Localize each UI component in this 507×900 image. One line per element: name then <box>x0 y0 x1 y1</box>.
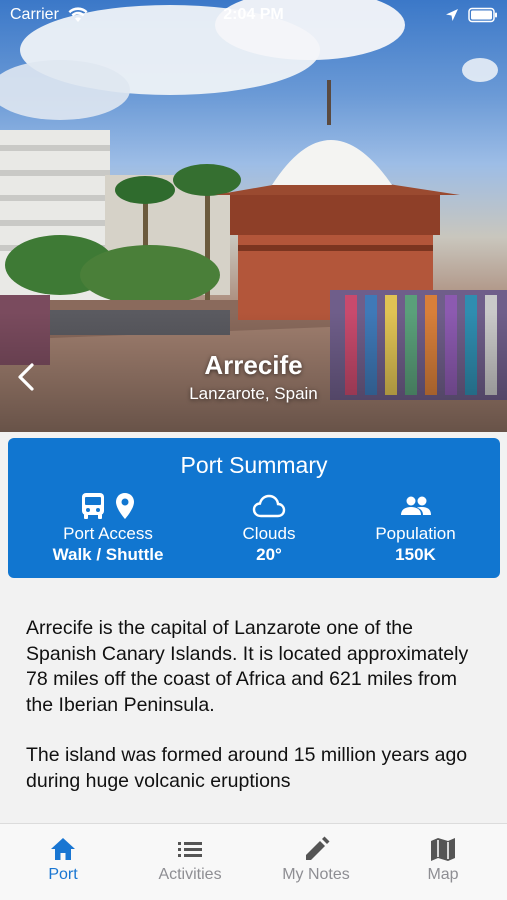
home-icon <box>51 838 75 860</box>
tab-activities-label: Activities <box>158 866 222 883</box>
tab-port-label: Port <box>48 866 78 883</box>
hero-image: Carrier 2:04 PM Arrecife Lanzarote, Spai… <box>0 0 507 432</box>
description-paragraph: The island was formed around 15 million … <box>26 744 468 792</box>
temperature-value: 20° <box>256 545 282 564</box>
list-icon <box>178 842 202 857</box>
population-value: 150K <box>395 545 436 564</box>
port-description: Arrecife is the capital of Lanzarote one… <box>26 616 488 822</box>
tab-my-notes-label: My Notes <box>282 866 350 883</box>
tab-port[interactable]: Port <box>0 836 126 884</box>
port-access-value: Walk / Shuttle <box>52 545 164 564</box>
weather-label: Clouds <box>242 524 296 543</box>
tab-map[interactable]: Map <box>380 836 506 884</box>
tab-activities[interactable]: Activities <box>127 836 253 884</box>
battery-icon <box>468 7 497 23</box>
port-access-section: Port Access Walk / Shuttle <box>32 490 184 565</box>
tab-my-notes[interactable]: My Notes <box>253 836 379 884</box>
port-access-label: Port Access <box>63 524 153 543</box>
port-title: Arrecife <box>204 350 303 380</box>
cloud-icon <box>252 494 286 518</box>
status-bar: Carrier 2:04 PM <box>0 0 507 30</box>
tab-map-label: Map <box>427 866 459 883</box>
port-location: Lanzarote, Spain <box>189 384 318 403</box>
port-summary-card: Port Summary Port Access Walk / Shuttle <box>8 438 500 578</box>
population-section: Population 150K <box>348 490 483 565</box>
map-icon <box>431 838 455 861</box>
summary-title: Port Summary <box>180 452 328 478</box>
population-label: Population <box>375 524 456 543</box>
pencil-icon <box>306 836 330 860</box>
tab-bar: Port Activities My Notes Map <box>0 823 507 900</box>
location-arrow-icon <box>446 9 458 21</box>
bus-icon <box>82 493 104 519</box>
weather-section: Clouds 20° <box>204 490 334 565</box>
people-icon <box>400 496 431 515</box>
status-time: 2:04 PM <box>223 6 284 23</box>
map-pin-icon <box>116 493 134 519</box>
description-paragraph: Arrecife is the capital of Lanzarote one… <box>26 617 469 716</box>
